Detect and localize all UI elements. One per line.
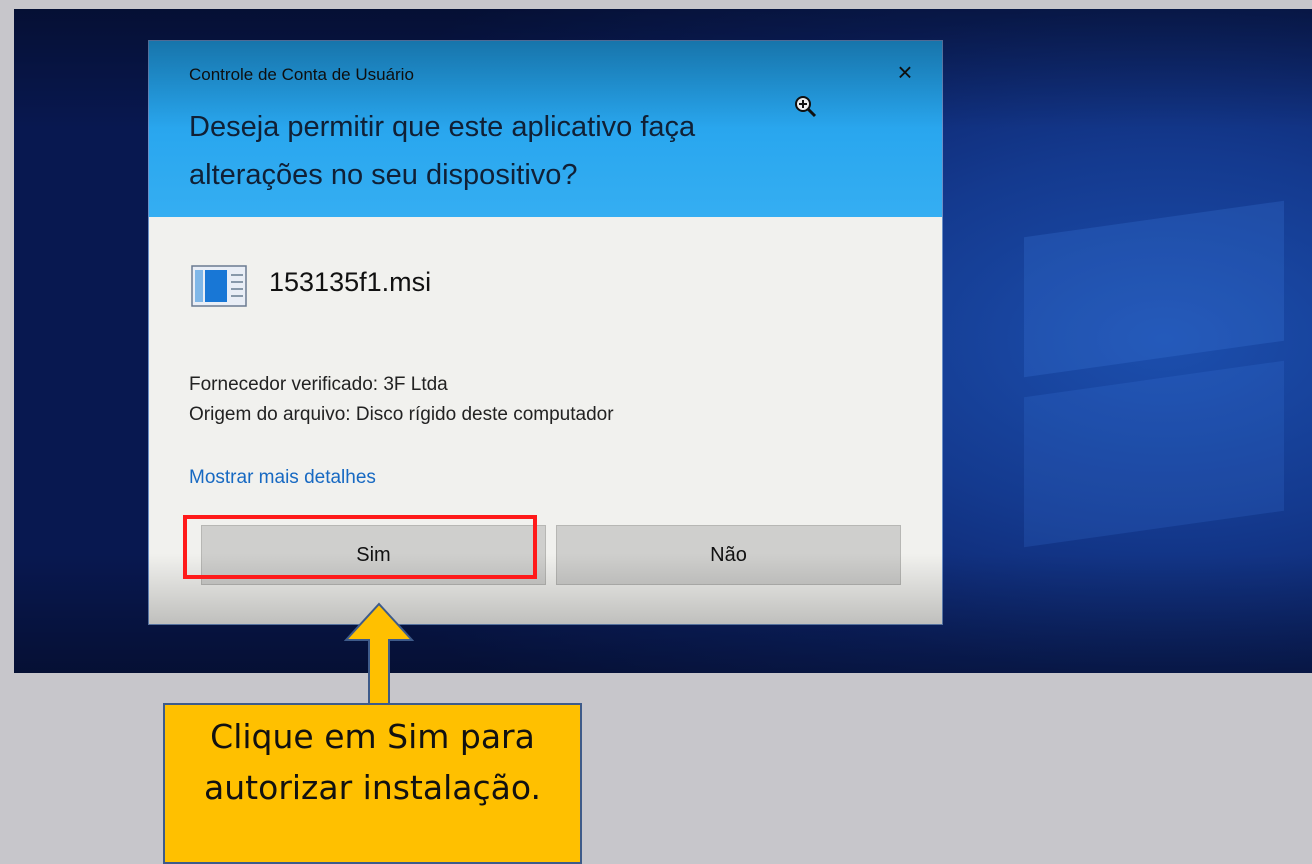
desktop-window-pane (1024, 200, 1284, 378)
no-button[interactable]: Não (556, 525, 901, 585)
dialog-question: Deseja permitir que este aplicativo faça… (189, 111, 696, 191)
close-button[interactable]: × (890, 57, 920, 87)
close-icon: × (897, 57, 913, 87)
publisher-text: Fornecedor verificado: 3F Ltda (189, 374, 448, 395)
desktop-photo: Controle de Conta de Usuário × Deseja pe… (14, 9, 1312, 673)
origin-text: Origem do arquivo: Disco rígido deste co… (189, 404, 614, 425)
pointer-arrow-icon (344, 602, 414, 705)
dialog-header: Controle de Conta de Usuário × Deseja pe… (149, 41, 942, 217)
yes-button[interactable]: Sim (201, 525, 546, 585)
installer-file-icon (191, 265, 247, 307)
uac-dialog: Controle de Conta de Usuário × Deseja pe… (149, 41, 942, 624)
instruction-callout: Clique em Sim para autorizar instalação. (163, 703, 582, 864)
desktop-window-pane (1024, 360, 1284, 548)
file-name: 153135f1.msi (269, 267, 432, 297)
dialog-title: Controle de Conta de Usuário (189, 65, 414, 84)
show-more-details-link[interactable]: Mostrar mais detalhes (189, 467, 376, 489)
zoom-in-cursor-icon (795, 96, 817, 118)
